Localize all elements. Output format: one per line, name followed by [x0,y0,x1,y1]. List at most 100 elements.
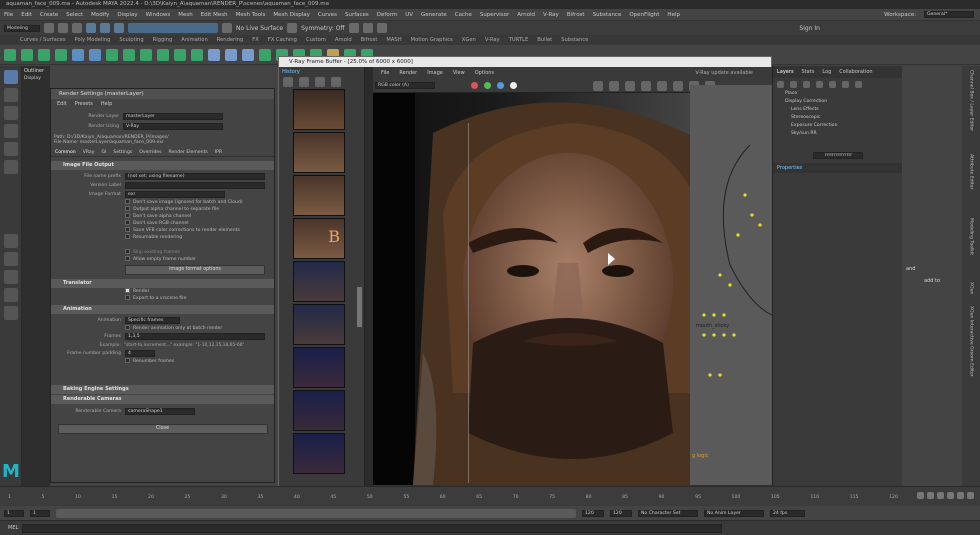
menu-help[interactable]: Help [667,12,680,18]
tab-vray[interactable]: VRay [83,150,95,155]
vfb-menu-file[interactable]: File [381,70,389,76]
rs-menu-edit[interactable]: Edit [57,101,67,107]
start-time-field[interactable]: 1 [4,509,24,517]
snap-toolbar[interactable] [128,23,218,33]
layer-item[interactable]: Sky/sun RR [785,130,902,138]
menu-modify[interactable]: Modify [91,12,109,18]
opt-dont-save-rgb[interactable]: Don't save RGB channel [125,220,274,227]
menu-deform[interactable]: Deform [377,12,397,18]
opt-dont-save[interactable]: Don't save image (ignored for batch and … [125,199,274,206]
tab-settings[interactable]: Settings [113,150,132,155]
layer-add-icon[interactable] [777,80,784,88]
menu-mesh-tools[interactable]: Mesh Tools [236,12,266,18]
tab-ipr[interactable]: IPR [215,150,222,155]
menu-edit[interactable]: Edit [21,12,32,18]
render-layer-select[interactable]: masterLayer [123,112,223,120]
history-load-icon[interactable] [299,77,309,87]
rotate-tool-icon[interactable] [3,142,18,156]
range-start-field[interactable]: 1 [30,509,50,517]
tab-layers[interactable]: Layers [777,69,794,75]
loft-icon[interactable] [106,48,118,61]
history-thumbnail[interactable] [293,261,345,302]
alpha-channel-icon[interactable] [510,82,517,89]
layer-item[interactable]: Display Correction [785,98,902,106]
nurbs-cylinder-icon[interactable] [55,48,67,61]
menu-openflight[interactable]: OpenFlight [629,12,659,18]
vfb-menu-image[interactable]: Image [427,70,443,76]
revolve-icon[interactable] [123,48,135,61]
save-scene-icon[interactable] [72,23,82,33]
frames-field[interactable]: 1,3,5 [125,333,265,340]
workspace-select[interactable]: General* [924,11,974,18]
menu-create[interactable]: Create [40,12,58,18]
menu-surfaces[interactable]: Surfaces [345,12,369,18]
section-animation[interactable]: Animation [51,305,274,314]
green-channel-icon[interactable] [484,82,491,89]
history-icon[interactable] [287,23,298,33]
menu-display[interactable]: Display [117,12,137,18]
history-thumbnail[interactable] [293,347,345,388]
step-forward-icon[interactable] [957,492,964,499]
shelf-tab[interactable]: Custom [306,37,326,43]
menu-generate[interactable]: Generate [421,12,447,18]
opt-dont-save-alpha[interactable]: Don't save alpha channel [125,213,274,220]
magnify-icon[interactable] [3,306,18,320]
insert-isoparm-icon[interactable] [242,48,254,61]
menu-uv[interactable]: UV [405,12,413,18]
character-set-select[interactable]: No Character Set [638,509,698,517]
outliner-menu-display[interactable]: Display [24,76,41,81]
animation-select[interactable]: Specific frames [125,317,180,324]
channel-select[interactable]: RGB color (A) [375,82,435,89]
live-surface[interactable]: No Live Surface [236,25,283,32]
section-image-file-output[interactable]: Image File Output [51,161,274,170]
prefix-field[interactable]: (not set; using filename) [125,173,265,180]
layer-delete-icon[interactable] [803,80,810,88]
command-input[interactable] [22,523,723,533]
shelf-tab[interactable]: Rendering [217,37,244,43]
rebuild-icon[interactable] [259,48,271,61]
shelf-tab[interactable]: FX [252,37,259,43]
history-thumbnail[interactable] [293,304,345,345]
format-select[interactable]: exr [125,191,225,198]
menu-mesh[interactable]: Mesh [178,12,192,18]
layer-redo-icon[interactable] [855,80,862,88]
layer-item[interactable]: Lens Effects [785,106,902,114]
opt-resumable[interactable]: Resumable rendering [125,234,274,241]
step-back-icon[interactable] [927,492,934,499]
menu-curves[interactable]: Curves [318,12,337,18]
history-thumbnail[interactable] [293,433,345,474]
red-channel-icon[interactable] [471,82,478,89]
clear-image-icon[interactable] [625,80,635,91]
time-slider[interactable]: 1 5 10 15 20 25 30 35 40 45 50 55 60 65 70 75 80 85 90 95 10… [0,486,980,506]
lasso-tool-icon[interactable] [3,88,18,102]
rs-menu-help[interactable]: Help [101,101,112,107]
shelf-tab[interactable]: Curves / Surfaces [20,37,66,43]
nurbs-cube-icon[interactable] [38,48,50,61]
side-tab-xgen[interactable]: XGen [969,282,974,302]
detach-icon[interactable] [225,48,237,61]
history-thumbnail[interactable] [293,175,345,216]
shelf-tab[interactable]: Sculpting [119,37,143,43]
menu-supervisor[interactable]: Supervisor [480,12,509,18]
new-scene-icon[interactable] [44,23,54,33]
camera-select[interactable]: cameraShape1 [125,407,195,415]
layer-load-icon[interactable] [829,80,836,88]
play-forward-icon[interactable] [947,492,954,499]
shelf-tab[interactable]: V-Ray [485,37,500,43]
layout-four-icon[interactable] [3,252,18,266]
layer-undo-icon[interactable] [842,80,849,88]
magnet-icon[interactable] [222,23,232,33]
scale-tool-icon[interactable] [3,160,18,174]
render-check[interactable]: Render [125,288,274,295]
version-field[interactable] [125,182,265,189]
ipr-start-icon[interactable] [673,80,683,91]
symmetry[interactable]: Symmetry: Off [301,25,344,32]
nurbs-circle-icon[interactable] [4,48,16,61]
mode-select[interactable]: Modeling [4,24,40,32]
load-image-icon[interactable] [609,80,619,91]
opt-alpha-separate[interactable]: Output alpha channel to separate file [125,206,274,213]
section-cameras[interactable]: Renderable Cameras [51,395,274,404]
render-using-select[interactable]: V-Ray [123,122,223,130]
history-compare-icon[interactable] [315,77,325,87]
menu-arnold[interactable]: Arnold [517,12,535,18]
